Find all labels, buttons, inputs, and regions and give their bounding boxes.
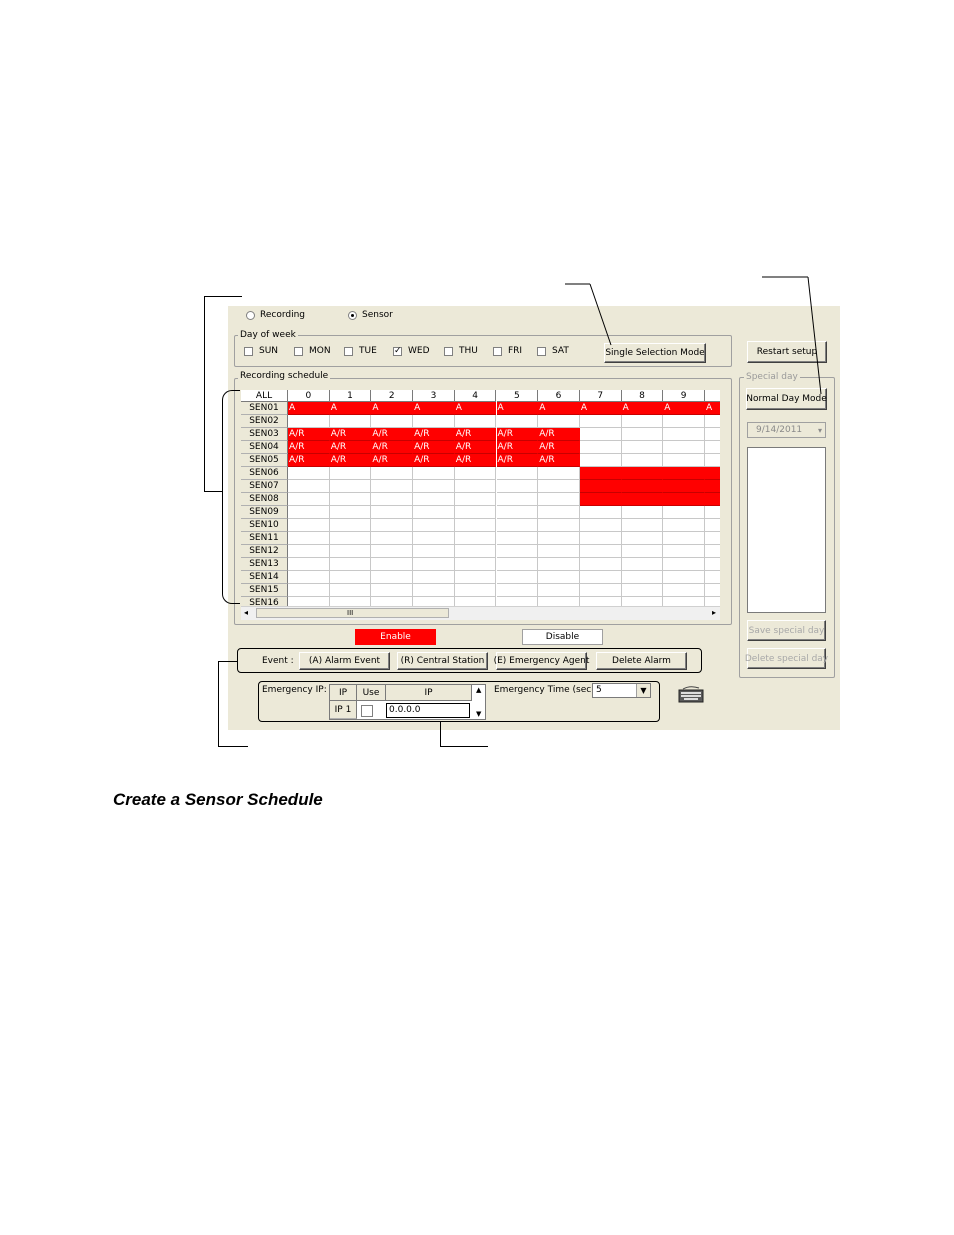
callout-pointer-lines [565,276,822,395]
section-heading: Create a Sensor Schedule [113,790,323,809]
